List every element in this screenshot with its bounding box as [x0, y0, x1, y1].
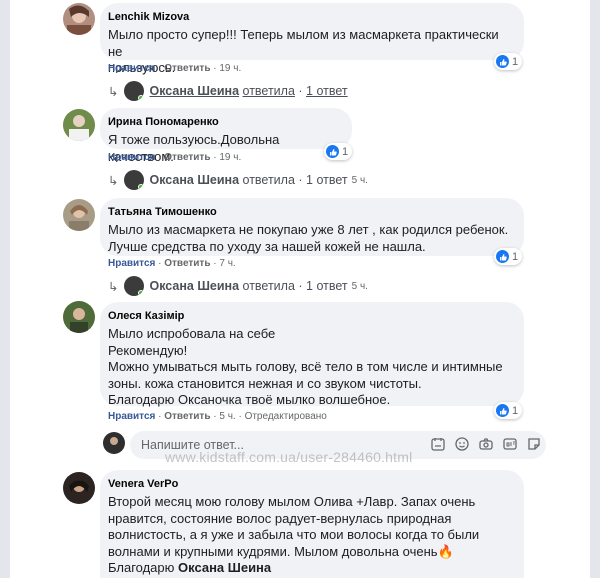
gif-icon[interactable]	[502, 436, 518, 455]
camera-icon[interactable]	[478, 436, 494, 455]
comment-author[interactable]: Ирина Пономаренко	[108, 115, 341, 129]
avatar	[124, 81, 145, 101]
reaction-number: 1	[512, 404, 519, 417]
avatar[interactable]	[63, 301, 95, 333]
reaction-number: 1	[512, 55, 519, 68]
sticker-icon[interactable]	[430, 436, 446, 455]
avatar	[103, 432, 125, 454]
comment-actions: Нравится · Ответить · 19 ч.	[108, 63, 242, 74]
comment-time[interactable]: 19 ч.	[219, 152, 241, 163]
reply-time[interactable]: 5 ч.	[352, 281, 368, 292]
thumbs-up-icon	[326, 145, 339, 158]
mention-link[interactable]: Оксана Шеина	[178, 560, 271, 575]
comment-author[interactable]: Lenchik Mizova	[108, 10, 513, 24]
comment-author[interactable]: Татьяна Тимошенко	[108, 205, 513, 219]
comment-bubble: Lenchik Mizova Мыло просто супер!!! Тепе…	[100, 3, 524, 75]
reply-verb: ответила	[242, 279, 295, 293]
view-replies[interactable]: ↳ Оксана Шеина ответила · 1 ответ 5 ч.	[108, 276, 368, 296]
reaction-number: 1	[342, 145, 349, 158]
reply-link[interactable]: Ответить	[164, 411, 210, 422]
reaction-count[interactable]: 1	[494, 53, 523, 70]
comment-bubble: Татьяна Тимошенко Мыло из масмаркета не …	[100, 198, 524, 256]
reaction-count[interactable]: 1	[324, 143, 353, 160]
edited-label: Отредактировано	[244, 411, 327, 422]
reply-author[interactable]: Оксана Шеина	[149, 279, 239, 293]
reply-author[interactable]: Оксана Шеина	[149, 84, 239, 98]
comment-actions: Нравится · Ответить · 19 ч.	[108, 152, 242, 163]
like-link[interactable]: Нравится	[108, 63, 155, 74]
fire-icon: 🔥	[437, 543, 454, 559]
comment-author[interactable]: Олеся Казімір	[108, 309, 513, 323]
avatar	[124, 170, 145, 190]
comment-actions: Нравится · Ответить · 5 ч. · Отредактиро…	[108, 411, 327, 422]
input-tools	[430, 436, 542, 455]
reply-verb: ответила	[242, 84, 295, 98]
view-replies[interactable]: ↳ Оксана Шеина ответила · 1 ответ	[108, 81, 348, 101]
reply-count[interactable]: 1 ответ	[306, 84, 348, 98]
avatar[interactable]	[63, 199, 95, 231]
comment-time[interactable]: 7 ч.	[219, 258, 235, 269]
reply-count[interactable]: 1 ответ	[306, 173, 348, 187]
thanks-prefix: Благодарю	[108, 560, 179, 575]
comment-bubble: Venera VerPo Второй месяц мою голову мыл…	[100, 470, 524, 578]
like-link[interactable]: Нравится	[108, 411, 155, 422]
reply-link[interactable]: Ответить	[164, 258, 210, 269]
reply-author[interactable]: Оксана Шеина	[149, 173, 239, 187]
thumbs-up-icon	[496, 404, 509, 417]
comment-text: Второй месяц мою голову мылом Олива +Лав…	[108, 494, 513, 577]
reaction-count[interactable]: 1	[494, 248, 523, 265]
reaction-count[interactable]: 1	[494, 402, 523, 419]
comment-body: Второй месяц мою голову мылом Олива +Лав…	[108, 494, 480, 559]
sticker-face-icon[interactable]	[526, 436, 542, 455]
watermark: www.kidstaff.com.ua/user-284460.html	[165, 449, 413, 465]
reply-arrow-icon: ↳	[108, 173, 119, 188]
thumbs-up-icon	[496, 55, 509, 68]
reply-arrow-icon: ↳	[108, 84, 119, 99]
comment-author[interactable]: Venera VerPo	[108, 477, 513, 491]
comment-actions: Нравится · Ответить · 7 ч.	[108, 258, 236, 269]
right-frame	[590, 0, 600, 578]
reply-link[interactable]: Ответить	[164, 63, 210, 74]
reply-verb: ответила	[242, 173, 295, 187]
view-replies[interactable]: ↳ Оксана Шеина ответила · 1 ответ 5 ч.	[108, 170, 368, 190]
reply-time[interactable]: 5 ч.	[352, 175, 368, 186]
like-link[interactable]: Нравится	[108, 152, 155, 163]
comment-time[interactable]: 5 ч.	[219, 411, 235, 422]
comment-text: Мыло из масмаркета не покупаю уже 8 лет …	[108, 222, 509, 254]
reply-link[interactable]: Ответить	[164, 152, 210, 163]
like-link[interactable]: Нравится	[108, 258, 155, 269]
left-frame	[0, 0, 10, 578]
thumbs-up-icon	[496, 250, 509, 263]
comment-bubble: Олеся Казімір Мыло испробовала на себе Р…	[100, 302, 524, 407]
reply-arrow-icon: ↳	[108, 279, 119, 294]
avatar[interactable]	[63, 472, 95, 504]
comment-bubble: Ирина Пономаренко Я тоже пользуюсь.Довол…	[100, 108, 352, 164]
avatar[interactable]	[63, 3, 95, 35]
avatar	[124, 276, 145, 296]
emoji-icon[interactable]	[454, 436, 470, 455]
reaction-number: 1	[512, 250, 519, 263]
comment-text: Мыло испробовала на себе Рекомендую! Мож…	[108, 326, 503, 407]
reply-count[interactable]: 1 ответ	[306, 279, 348, 293]
avatar[interactable]	[63, 109, 95, 141]
comment-time[interactable]: 19 ч.	[219, 63, 241, 74]
